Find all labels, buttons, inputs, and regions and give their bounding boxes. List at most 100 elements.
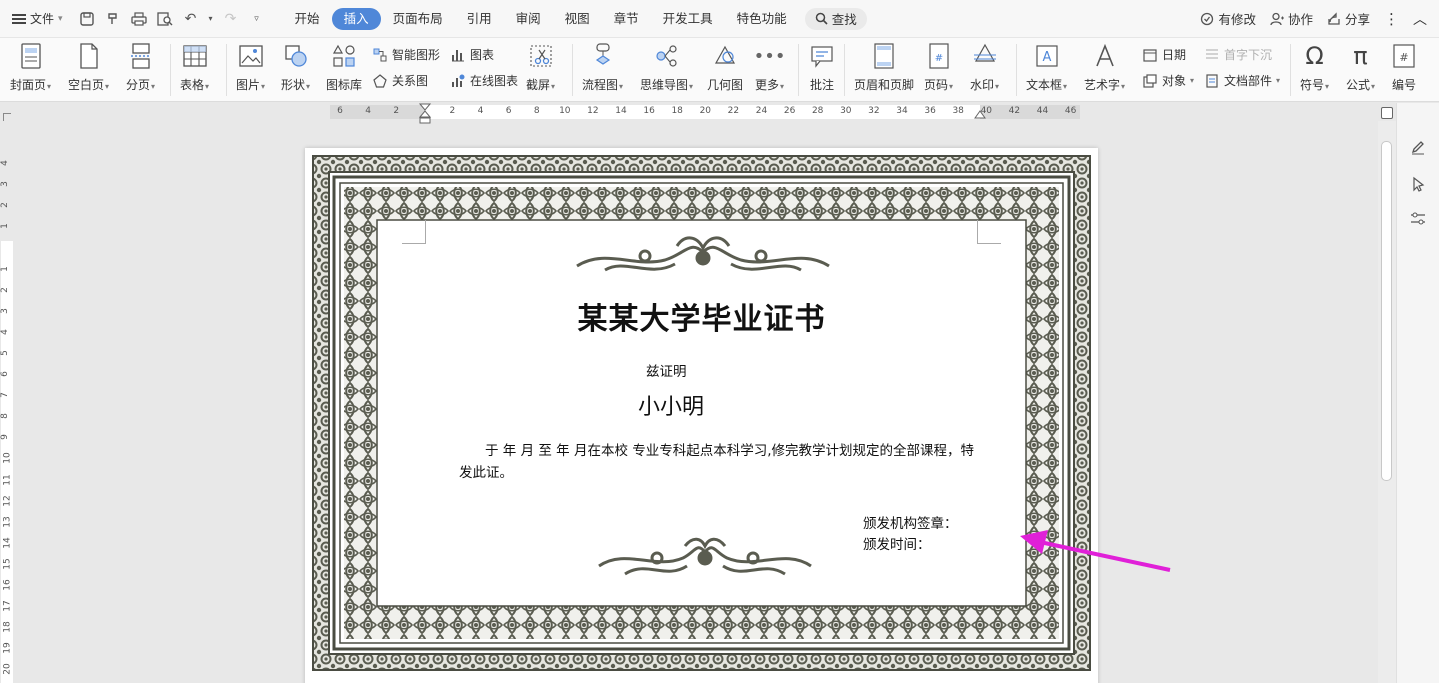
table-label: 表格: [180, 78, 205, 92]
tab-view[interactable]: 视图: [553, 8, 602, 30]
margin-corner-mark: [977, 220, 1001, 244]
watermark-button[interactable]: 水印▾: [970, 42, 999, 93]
page-number-icon: #: [926, 42, 952, 70]
relation-diagram-button[interactable]: 关系图: [372, 72, 428, 89]
redo-icon[interactable]: ↷: [221, 9, 241, 29]
ribbon-divider: [844, 44, 845, 96]
textbox-button[interactable]: A 文本框▾: [1026, 42, 1067, 93]
vertical-ruler-tick-label: 16: [2, 579, 13, 591]
vertical-ruler-tick-label: 17: [2, 600, 13, 612]
watermark-icon: [972, 42, 998, 70]
settings-sliders-icon[interactable]: [1408, 209, 1428, 229]
vertical-ruler[interactable]: 4321123456789101112131415161718192021: [0, 121, 14, 683]
textbox-label: 文本框: [1026, 78, 1063, 92]
ruler-tick-label: 8: [533, 106, 540, 116]
recipient-name: 小小明: [638, 395, 705, 420]
vertical-ruler-tick-label: 1: [0, 223, 10, 230]
vertical-ruler-tick-label: 3: [0, 307, 10, 314]
screenshot-button[interactable]: 截屏▾: [526, 42, 555, 93]
tab-references[interactable]: 引用: [455, 8, 504, 30]
more-options-icon[interactable]: ⋮: [1384, 10, 1399, 28]
annotation-arrow-icon: [1020, 530, 1171, 572]
ruler-tick-label: 20: [699, 106, 712, 116]
vertical-ruler-tick-label: 6: [0, 371, 10, 377]
textbox-icon: A: [1034, 42, 1060, 70]
more-button[interactable]: ••• 更多▾: [753, 42, 786, 93]
header-footer-button[interactable]: 页眉和页脚: [854, 42, 914, 93]
vertical-ruler-tick-label: 19: [2, 642, 13, 655]
object-button[interactable]: 对象 ▾: [1142, 72, 1194, 89]
drop-cap-button[interactable]: 首字下沉: [1204, 46, 1272, 63]
tab-insert[interactable]: 插入: [331, 7, 381, 30]
vertical-ruler-tick-label: 8: [0, 413, 10, 420]
save-icon[interactable]: [77, 9, 97, 29]
cover-page-button[interactable]: 封面页▾: [10, 42, 51, 93]
scrollbar-thumb[interactable]: [1381, 141, 1392, 481]
undo-dropdown-icon[interactable]: ▾: [207, 9, 215, 29]
vertical-ruler-tick-label: 11: [2, 473, 13, 486]
customize-dropdown-icon[interactable]: ▿: [247, 9, 267, 29]
mindmap-button[interactable]: 思维导图▾: [640, 42, 693, 93]
comment-button[interactable]: 批注: [809, 42, 835, 93]
certificate-title: 某某大学毕业证书: [577, 302, 826, 337]
ruler-tick-label: 28: [811, 106, 824, 116]
search-button[interactable]: 查找: [804, 7, 867, 30]
page-number-button[interactable]: # 页码▾: [924, 42, 953, 93]
horizontal-ruler[interactable]: 6 4 2 2 4 6 8 10 12 14 16 18 20 22 24 26 28 30 32 34 36 38 40 4…: [0, 103, 1439, 124]
blank-page-button[interactable]: 空白页▾: [68, 42, 109, 93]
date-button[interactable]: 日期: [1142, 46, 1186, 63]
more-dots-icon: •••: [753, 45, 786, 67]
icon-library-button[interactable]: 图标库: [326, 42, 362, 93]
menu-bar: 文件 ▾ ↶ ▾ ↷ ▿ 开始 插入 页面布局 引用 审阅 视图 章节 开发工具…: [0, 0, 1439, 38]
ribbon-divider: [1290, 44, 1291, 96]
vertical-scrollbar[interactable]: [1378, 121, 1396, 683]
formula-label: 公式: [1346, 78, 1371, 92]
smart-shape-button[interactable]: 智能图形: [372, 46, 440, 63]
vertical-ruler-tick-label: 13: [2, 515, 13, 528]
table-button[interactable]: 表格▾: [180, 42, 209, 93]
comment-icon: [809, 42, 835, 70]
online-chart-button[interactable]: 在线图表: [450, 72, 518, 89]
edit-pen-icon[interactable]: [1408, 137, 1428, 157]
ruler-tick-label: 6: [505, 106, 512, 116]
quick-access-toolbar: ↶ ▾ ↷ ▿: [71, 9, 273, 29]
tab-page-layout[interactable]: 页面布局: [381, 8, 455, 30]
tab-review[interactable]: 审阅: [504, 8, 553, 30]
tab-developer[interactable]: 开发工具: [651, 8, 725, 30]
tab-home[interactable]: 开始: [283, 8, 332, 30]
collaborate-button[interactable]: 协作: [1270, 9, 1313, 28]
tab-special-features[interactable]: 特色功能: [725, 8, 799, 30]
page-break-button[interactable]: 分页▾: [126, 42, 155, 93]
print-icon[interactable]: [129, 9, 149, 29]
file-menu-button[interactable]: 文件 ▾: [0, 7, 71, 31]
print-preview-icon[interactable]: [155, 9, 175, 29]
document-page[interactable]: 某某大学毕业证书 兹证明 小小明 于 年 月 至 年 月在本校 专业专科起点本科…: [305, 148, 1098, 683]
drop-cap-icon: [1204, 47, 1220, 63]
format-painter-icon[interactable]: [103, 9, 123, 29]
watermark-label: 水印: [970, 78, 995, 92]
svg-text:#: #: [934, 53, 942, 64]
wordart-button[interactable]: 艺术字▾: [1084, 42, 1125, 93]
split-view-icon[interactable]: [1381, 107, 1393, 119]
formula-button[interactable]: π 公式▾: [1346, 42, 1375, 93]
numbering-button[interactable]: # 编号: [1391, 42, 1417, 93]
share-icon: [1328, 11, 1340, 25]
flowchart-button[interactable]: 流程图▾: [582, 42, 623, 93]
indent-marker-icon[interactable]: [419, 103, 431, 125]
share-button[interactable]: 分享: [1327, 9, 1370, 28]
icon-library-label: 图标库: [326, 78, 363, 92]
header-footer-label: 页眉和页脚: [854, 78, 915, 92]
vertical-ruler-tick-label: 4: [0, 328, 10, 335]
doc-parts-button[interactable]: 文档部件 ▾: [1204, 72, 1280, 89]
cursor-select-icon[interactable]: [1408, 174, 1428, 194]
symbol-button[interactable]: Ω 符号▾: [1300, 42, 1329, 93]
right-indent-marker-icon[interactable]: [974, 109, 986, 119]
picture-button[interactable]: 图片▾: [236, 42, 265, 93]
modified-button[interactable]: 有修改: [1200, 9, 1256, 28]
tab-section[interactable]: 章节: [602, 8, 651, 30]
shape-button[interactable]: 形状▾: [281, 42, 310, 93]
undo-icon[interactable]: ↶: [181, 9, 201, 29]
chart-button[interactable]: 图表: [450, 46, 494, 63]
geometry-button[interactable]: 几何图: [707, 42, 743, 93]
collapse-ribbon-icon[interactable]: ︿: [1413, 9, 1427, 29]
